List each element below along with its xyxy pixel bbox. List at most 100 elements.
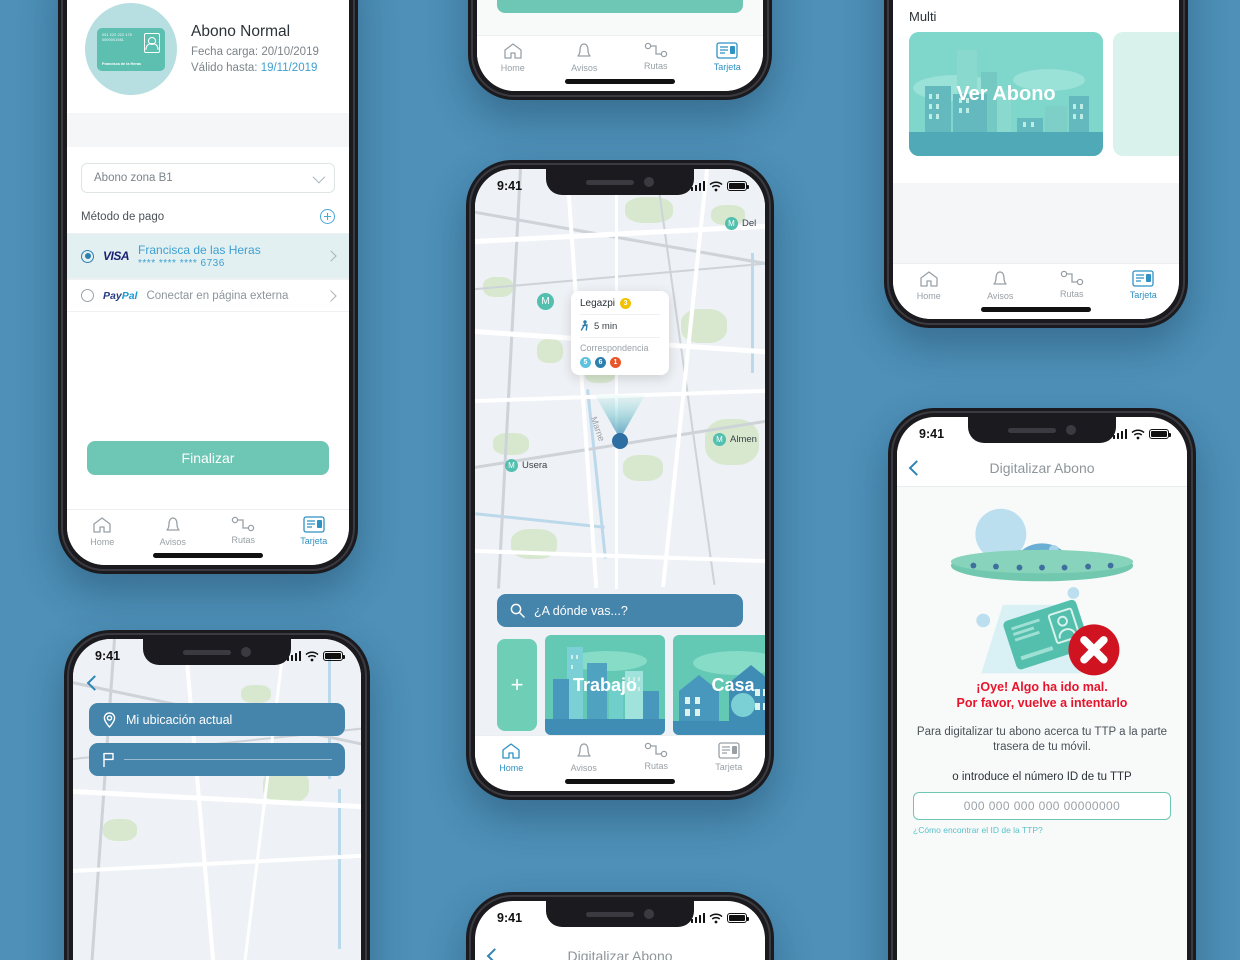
- transport-card-graphic: 001 222 222 175 0000001981 Francisca de …: [97, 27, 165, 71]
- visa-holder: Francisca de las Heras: [138, 243, 261, 257]
- payment-option-visa[interactable]: VISA Francisca de las Heras **** **** **…: [67, 233, 349, 279]
- zone-select[interactable]: Abono zona B1: [81, 163, 335, 193]
- line-badge-6[interactable]: 6: [595, 357, 606, 368]
- tab-rutas[interactable]: Rutas: [620, 42, 692, 71]
- tab-home[interactable]: Home: [893, 270, 965, 301]
- tab-rutas[interactable]: Rutas: [1036, 270, 1108, 299]
- abono-fecha-carga: Fecha carga: 20/10/2019: [191, 45, 319, 58]
- flag-icon: [103, 752, 114, 767]
- metro-icon: M: [713, 433, 726, 446]
- chevron-right-icon[interactable]: [325, 250, 337, 262]
- payment-option-paypal[interactable]: PayPal Conectar en página externa: [67, 279, 349, 312]
- tab-tarjeta-label: Tarjeta: [713, 62, 741, 72]
- abono-card-row: Ver Abono: [893, 32, 1179, 156]
- shortcut-casa[interactable]: Casa: [673, 635, 765, 735]
- station-popup[interactable]: Legazpi 3 5 min Correspondencia 5 6 1: [571, 291, 669, 375]
- section-divider: [67, 113, 349, 147]
- tab-rutas[interactable]: Rutas: [208, 516, 279, 545]
- tarjeta-empty-area: [893, 183, 1179, 263]
- abono-card-next[interactable]: [1113, 32, 1179, 156]
- ufo-error-illustration: [913, 487, 1171, 679]
- home-icon: [504, 43, 522, 59]
- home-indicator: [981, 307, 1091, 312]
- home-icon: [93, 517, 111, 533]
- pin-icon: [103, 711, 116, 728]
- line-badge-5[interactable]: 5: [580, 357, 591, 368]
- tab-home[interactable]: Home: [477, 42, 549, 73]
- finalizar-button[interactable]: Finalizar: [87, 441, 329, 475]
- home-icon: [502, 743, 520, 759]
- poster-canvas: Recarga Abono 001 222 222 175 0000001981…: [0, 0, 1240, 960]
- tab-tarjeta[interactable]: Tarjeta: [693, 742, 766, 772]
- tab-tarjeta[interactable]: Tarjeta: [1108, 270, 1180, 300]
- popup-walk-time: 5 min: [594, 320, 618, 332]
- error-line-2: Por favor, vuelve a intentarlo: [956, 696, 1128, 710]
- visa-number: **** **** **** 6736: [138, 258, 225, 269]
- tab-tarjeta[interactable]: Tarjeta: [692, 42, 764, 72]
- wifi-icon: [709, 181, 723, 191]
- zone-select-value: Abono zona B1: [94, 172, 173, 184]
- tab-rutas-label: Rutas: [231, 535, 255, 545]
- destination-underline: [124, 759, 332, 760]
- tab-avisos-label: Avisos: [987, 291, 1014, 301]
- screen-search: 9:41 Mi ubicación actual: [73, 639, 361, 960]
- chevron-right-icon[interactable]: [325, 289, 337, 302]
- bell-icon: [577, 43, 591, 57]
- tab-avisos[interactable]: Avisos: [549, 42, 621, 73]
- camera-icon: [1066, 425, 1076, 435]
- phone-digitalizar-error: 9:41 Digitalizar Abono ¡Oye! Algo ha ido…: [888, 408, 1196, 960]
- status-time: 9:41: [919, 427, 945, 441]
- tab-avisos[interactable]: Avisos: [965, 270, 1037, 301]
- tab-tarjeta[interactable]: Tarjeta: [279, 516, 350, 546]
- notch: [143, 639, 291, 665]
- map-station-almen[interactable]: M Almen: [713, 433, 757, 446]
- digitalizar-appbar: Digitalizar Abono: [897, 449, 1187, 487]
- radio-paypal[interactable]: [81, 289, 94, 302]
- destination-search-bar[interactable]: ¿A dónde vas...?: [497, 594, 743, 627]
- speaker-icon: [586, 911, 634, 917]
- station-label: Del: [742, 218, 757, 229]
- back-icon[interactable]: [908, 459, 925, 476]
- partial-primary-button[interactable]: [497, 0, 743, 13]
- card-icon: [718, 742, 740, 759]
- tab-rutas[interactable]: Rutas: [620, 742, 693, 771]
- map-station-usera[interactable]: M Usera: [505, 459, 547, 472]
- camera-icon: [241, 647, 251, 657]
- map-canvas[interactable]: [73, 639, 361, 960]
- destination-input[interactable]: [89, 743, 345, 776]
- abono-summary: 001 222 222 175 0000001981 Francisca de …: [67, 0, 349, 113]
- abono-card-ver[interactable]: Ver Abono: [909, 32, 1103, 156]
- phone-recarga-abono: Recarga Abono 001 222 222 175 0000001981…: [58, 0, 358, 574]
- home-indicator: [153, 553, 263, 558]
- plus-circle-icon[interactable]: [320, 209, 335, 224]
- battery-icon: [1149, 429, 1171, 439]
- map-station-del[interactable]: M Del: [725, 217, 756, 230]
- line-badge-1[interactable]: 1: [610, 357, 621, 368]
- shortcut-trabajo[interactable]: Trabajo: [545, 635, 665, 735]
- ttp-id-input[interactable]: 000 000 000 000 00000000: [913, 792, 1171, 820]
- station-label: Almen: [730, 434, 757, 445]
- abono-valido-hasta: Válido hasta: 19/11/2019: [191, 60, 319, 76]
- screen-digitalizar-bottom: 9:41 Digitalizar Abono: [475, 901, 765, 960]
- screen-top-center: Home Avisos Rutas Tarjeta: [477, 0, 763, 91]
- popup-walk-row: 5 min: [580, 315, 660, 338]
- back-icon[interactable]: [486, 947, 503, 960]
- metro-icon: M: [505, 459, 518, 472]
- help-link[interactable]: ¿Cómo encontrar el ID de la TTP?: [913, 825, 1171, 835]
- camera-icon: [644, 909, 654, 919]
- tab-avisos[interactable]: Avisos: [138, 516, 209, 547]
- card-icon: [303, 516, 325, 533]
- tab-home-label: Home: [500, 63, 525, 73]
- card-icon: [716, 42, 738, 59]
- tab-home[interactable]: Home: [67, 516, 138, 547]
- home-indicator: [565, 779, 675, 784]
- wifi-icon: [305, 651, 319, 661]
- shortcut-add-button[interactable]: +: [497, 639, 537, 731]
- radio-visa[interactable]: [81, 249, 94, 263]
- digitalizar-appbar-bottom: Digitalizar Abono: [475, 937, 765, 960]
- tab-avisos[interactable]: Avisos: [548, 742, 621, 773]
- map-station-legazpi[interactable]: M: [537, 293, 554, 310]
- route-icon: [645, 742, 668, 758]
- origin-input[interactable]: Mi ubicación actual: [89, 703, 345, 736]
- tab-home[interactable]: Home: [475, 742, 548, 773]
